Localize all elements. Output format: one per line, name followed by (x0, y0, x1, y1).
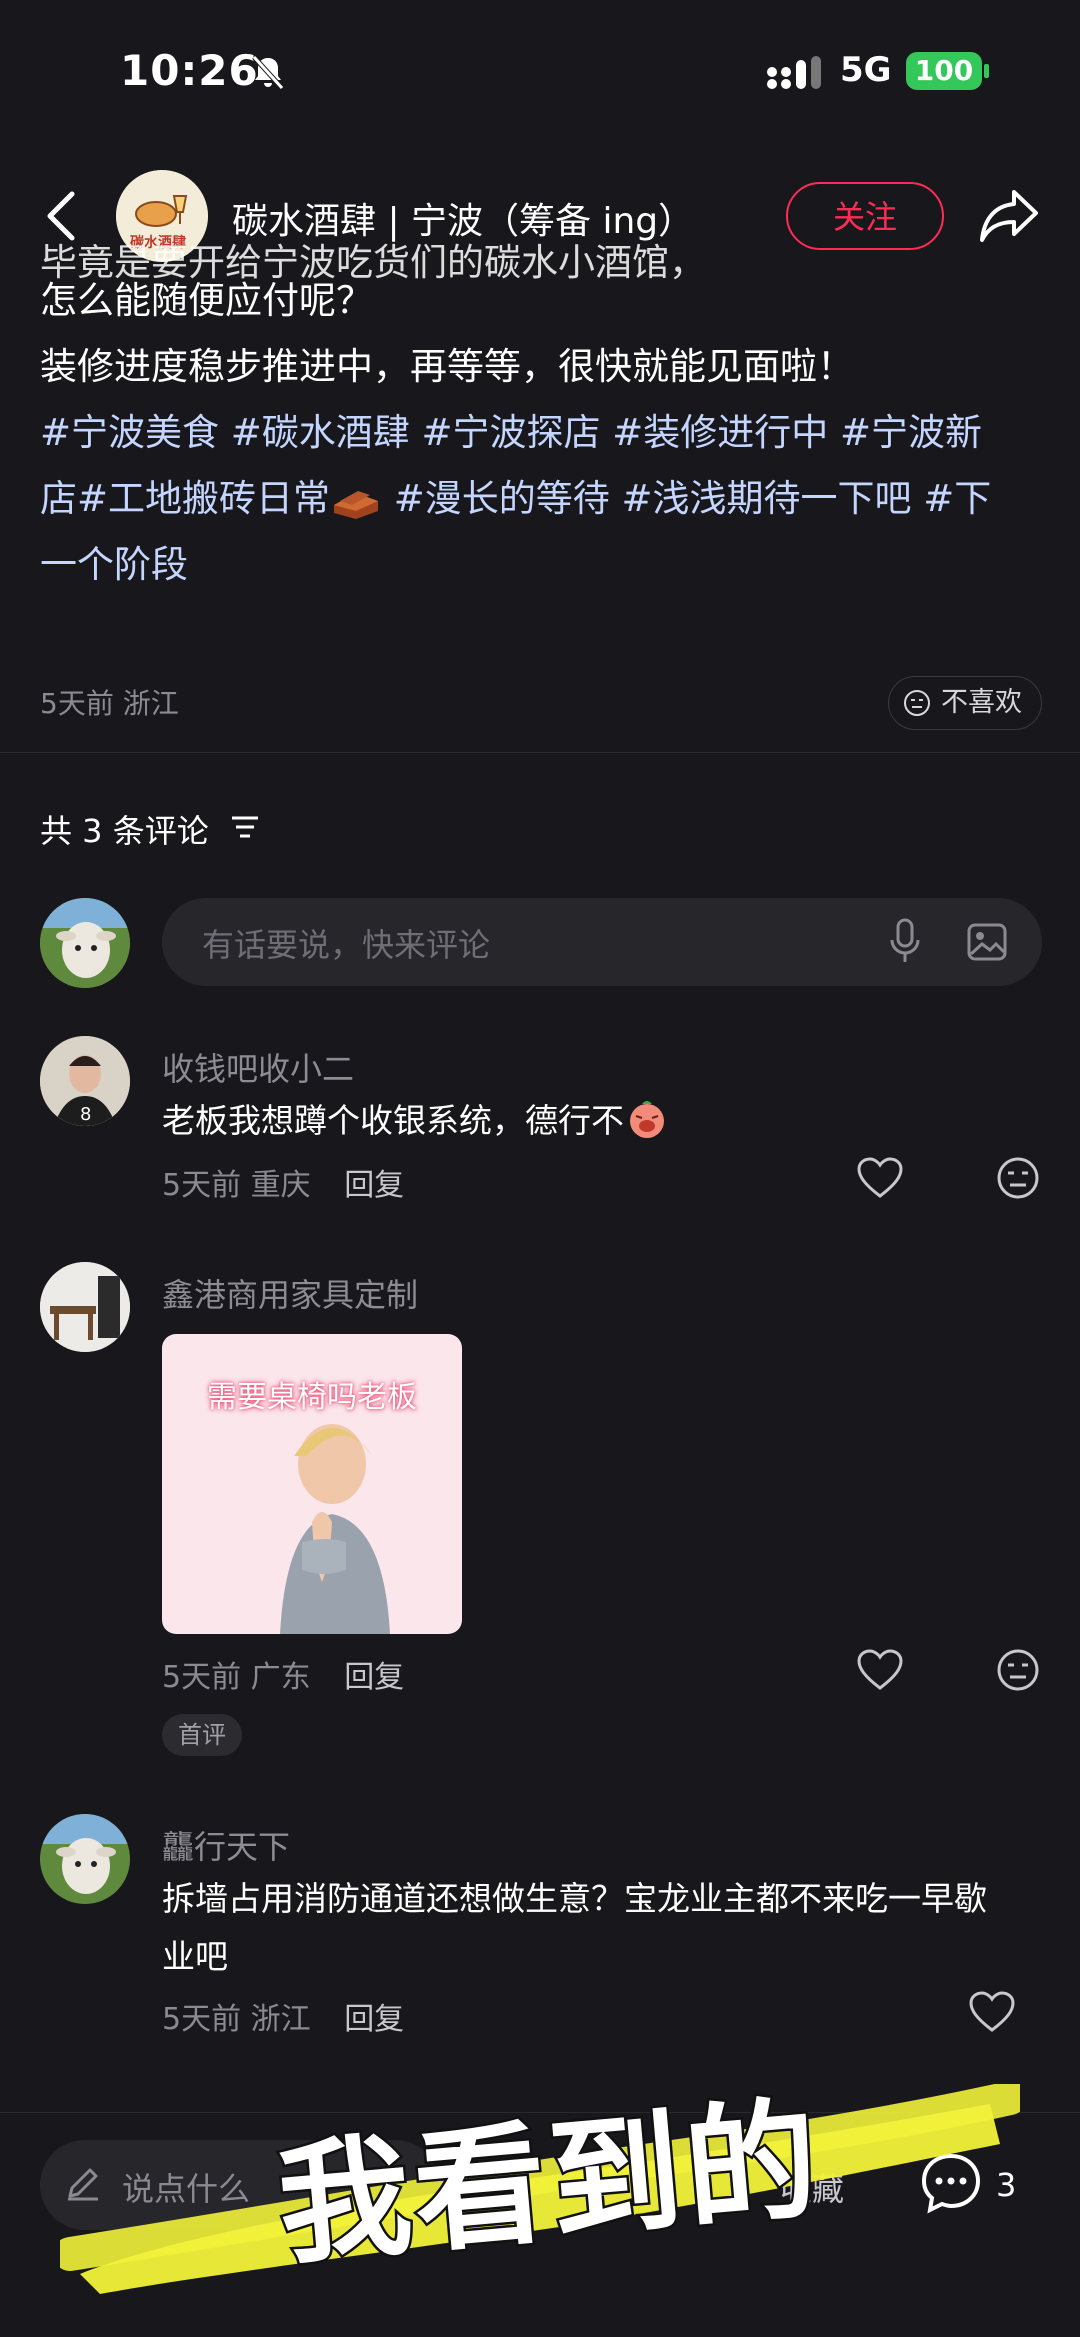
comment-meta: 5天前 浙江 回复 (162, 1994, 404, 2038)
network-type: 5G (840, 50, 892, 90)
share-icon[interactable] (978, 186, 1040, 244)
commenter-avatar[interactable]: 8 (40, 1036, 130, 1126)
signal-icon (767, 56, 821, 89)
crying-emoji-icon (630, 1101, 664, 1138)
comment-time: 5天前 (162, 1660, 242, 1695)
microphone-icon[interactable] (888, 918, 922, 964)
battery-tip (984, 64, 989, 78)
comment-location: 浙江 (250, 2002, 311, 2037)
commenter-avatar[interactable] (40, 1262, 130, 1352)
commenter-name[interactable]: 收钱吧收小二 (162, 1044, 354, 1090)
follow-button[interactable]: 关注 (786, 182, 944, 250)
comment-input-placeholder: 有话要说，快来评论 (202, 926, 491, 964)
post-hashtags[interactable]: 一个阶段 (40, 532, 1040, 598)
commenter-name[interactable]: 鑫港商用家具定制 (162, 1270, 418, 1316)
dislike-face-icon[interactable] (996, 1156, 1040, 1200)
hashtag-text[interactable]: #漫长的等待 #浅浅期待一下吧 #下 (382, 477, 992, 520)
reply-button[interactable]: 回复 (344, 2002, 404, 2037)
post-content: 毕竟是要开给宁波吃货们的碳水小酒馆， 怎么能随便应付呢？ 装修进度稳步推进中，再… (40, 241, 1040, 598)
comment-image[interactable]: 需要桌椅吗老板 (162, 1334, 462, 1634)
post-line: 装修进度稳步推进中，再等等，很快就能见面啦！ (40, 345, 854, 388)
image-icon[interactable] (966, 922, 1008, 962)
comment-text: 拆墙占用消防通道还想做生意？宝龙业主都不来吃一早歇 业吧 (162, 1870, 1042, 1986)
reply-button[interactable]: 回复 (344, 1660, 404, 1695)
like-heart-icon[interactable] (856, 1156, 904, 1200)
comment-text: 老板我想蹲个收银系统，德行不 (162, 1092, 668, 1150)
comment-location: 重庆 (250, 1168, 311, 1203)
hashtag-text[interactable]: 店#工地搬砖日常 (40, 477, 330, 520)
status-time: 10:26 (120, 46, 259, 95)
svg-text:8: 8 (80, 1104, 91, 1125)
commenter-name[interactable]: 龘行天下 (162, 1822, 290, 1868)
comment-text-body: 老板我想蹲个收银系统，德行不 (162, 1101, 624, 1140)
post-hashtags[interactable]: #宁波美食 #碳水酒肆 #宁波探店 #装修进行中 #宁波新 (40, 400, 1040, 466)
commenter-avatar[interactable] (40, 1814, 130, 1904)
furniture-avatar-icon (40, 1262, 130, 1352)
like-heart-icon[interactable] (856, 1648, 904, 1692)
comment-text-line: 拆墙占用消防通道还想做生意？宝龙业主都不来吃一早歇 (162, 1879, 987, 1918)
comment-text-line: 业吧 (162, 1937, 228, 1976)
comment-time: 5天前 (162, 2002, 242, 2037)
brick-emoji-icon (334, 490, 379, 519)
comment-count: 共 3 条评论 (40, 812, 209, 850)
dislike-button[interactable]: 不喜欢 (888, 676, 1042, 730)
dislike-face-icon[interactable] (996, 1648, 1040, 1692)
divider (0, 752, 1080, 753)
battery-indicator: 100 (906, 52, 982, 90)
neutral-face-icon (904, 690, 930, 716)
comment-time: 5天前 (162, 1168, 242, 1203)
bell-muted-icon (252, 55, 284, 90)
woman-praying-illustration (280, 1424, 390, 1634)
first-comment-badge: 首评 (162, 1714, 242, 1756)
post-meta: 5天前 浙江 (40, 687, 179, 720)
reply-button[interactable]: 回复 (344, 1168, 404, 1203)
my-avatar (40, 898, 130, 988)
sort-icon[interactable] (230, 814, 260, 840)
post-clipped-line: 毕竟是要开给宁波吃货们的碳水小酒馆， (40, 241, 706, 284)
goat-avatar-icon (40, 1814, 130, 1904)
person-avatar-icon: 8 (40, 1036, 130, 1126)
dislike-label: 不喜欢 (941, 687, 1022, 718)
like-heart-icon[interactable] (968, 1990, 1016, 2034)
goat-avatar-icon (40, 898, 130, 988)
post-hashtags[interactable]: 店#工地搬砖日常 #漫长的等待 #浅浅期待一下吧 #下 (40, 466, 1040, 532)
comment-meta: 5天前 广东 回复 (162, 1652, 404, 1696)
comment-meta: 5天前 重庆 回复 (162, 1160, 404, 1204)
comment-location: 广东 (250, 1660, 311, 1695)
